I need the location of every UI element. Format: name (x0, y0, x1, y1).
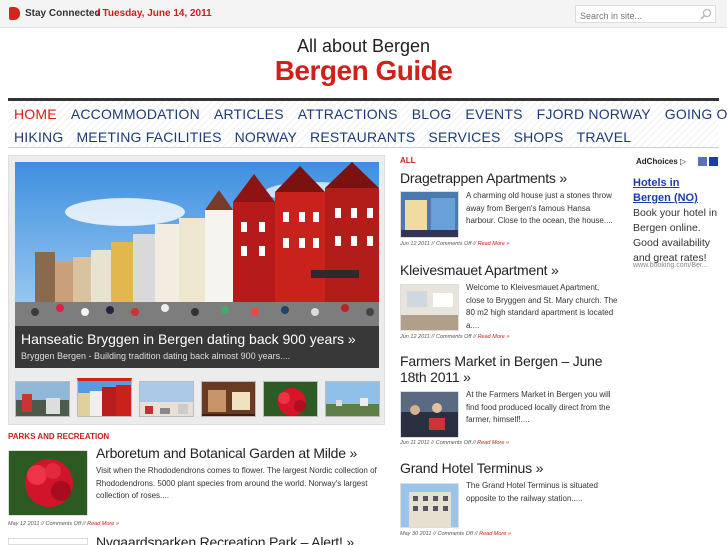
nav-item-norway[interactable]: NORWAY (235, 129, 297, 145)
post-meta: Jun 12 2011 // Comments Off // Read More… (400, 334, 510, 340)
ad-url[interactable]: www.booking.com/Ber... (633, 262, 708, 269)
featured-excerpt: Bryggen Bergen - Building tradition dati… (21, 351, 291, 361)
rss-icon[interactable] (9, 7, 20, 20)
post-title[interactable]: Dragetrappen Apartments » (400, 170, 567, 186)
slider-thumbnails (15, 377, 380, 417)
post-thumbnail[interactable] (8, 450, 88, 516)
current-date: / Tuesday, June 14, 2011 (97, 8, 212, 19)
post-date: Jun 11 2011 (400, 440, 430, 446)
post-comments[interactable]: Comments Off (436, 334, 471, 340)
post-comments[interactable]: Comments Off (438, 531, 473, 537)
post-date: May 12 2011 (8, 521, 40, 527)
adchoices-label[interactable]: AdChoices ▷ (636, 157, 686, 166)
post-date: Jun 12 2011 (400, 241, 430, 247)
post-meta: May 12 2011 // Comments Off // Read More… (8, 521, 119, 527)
post-title[interactable]: Kleivesmauet Apartment » (400, 262, 559, 278)
main-navigation: HOME ACCOMMODATION ARTICLES ATTRACTIONS … (8, 98, 727, 148)
slider-thumb-3[interactable] (139, 381, 194, 417)
nav-row-1: HOME ACCOMMODATION ARTICLES ATTRACTIONS … (14, 106, 727, 122)
nav-item-meeting-facilities[interactable]: MEETING FACILITIES (76, 129, 221, 145)
post-thumbnail[interactable] (400, 284, 459, 331)
post-thumbnail[interactable] (400, 391, 459, 438)
site-logo[interactable]: Bergen Guide (0, 55, 727, 87)
post-title[interactable]: Farmers Market in Bergen – June 18th 201… (400, 353, 625, 385)
stay-connected-label: Stay Connected (25, 8, 101, 19)
section-label-all[interactable]: ALL (400, 156, 416, 165)
ad-prev-icon[interactable] (698, 157, 707, 166)
read-more-link[interactable]: Read More » (478, 241, 510, 247)
post-meta: May 30 2011 // Comments Off // Read More… (400, 531, 511, 537)
search-box (575, 5, 716, 24)
post-comments[interactable]: Comments Off (436, 241, 471, 247)
post-excerpt: Welcome to Kleivesmauet Apartment, close… (466, 283, 618, 330)
nav-item-articles[interactable]: ARTICLES (214, 106, 284, 122)
post-meta: Jun 12 2011 // Comments Off // Read More… (400, 241, 510, 247)
post-excerpt: A charming old house just a stones throw… (466, 191, 613, 225)
post-meta: Jun 11 2011 // Comments Off // Read More… (400, 440, 509, 446)
post-date: May 30 2011 (400, 531, 432, 537)
post-date: Jun 12 2011 (400, 334, 430, 340)
nav-item-shops[interactable]: SHOPS (514, 129, 564, 145)
ad-next-icon[interactable] (709, 157, 718, 166)
post-title[interactable]: Arboretum and Botanical Garden at Milde … (96, 445, 357, 461)
adchoices-icon[interactable]: ▷ (680, 157, 686, 166)
post-excerpt: At the Farmers Market in Bergen you will… (466, 390, 611, 424)
slider-thumb-1[interactable] (15, 381, 70, 417)
post-comments[interactable]: Comments Off (46, 521, 81, 527)
post-title[interactable]: Nygaardsparken Recreation Park – Alert! … (96, 534, 354, 545)
nav-item-hiking[interactable]: HIKING (14, 129, 63, 145)
read-more-link[interactable]: Read More » (479, 531, 511, 537)
post-comments[interactable]: Comments Off (436, 440, 471, 446)
read-more-link[interactable]: Read More » (87, 521, 119, 527)
post-title[interactable]: Grand Hotel Terminus » (400, 460, 543, 476)
post-excerpt: The Grand Hotel Terminus is situated opp… (466, 481, 598, 503)
site-tagline: All about Bergen (296, 36, 431, 56)
slider-thumb-5[interactable] (263, 381, 318, 417)
nav-item-events[interactable]: EVENTS (465, 106, 522, 122)
post-thumbnail[interactable] (8, 538, 88, 545)
nav-item-accommodation[interactable]: ACCOMMODATION (71, 106, 200, 122)
search-icon[interactable] (700, 8, 712, 20)
nav-item-restaurants[interactable]: RESTAURANTS (310, 129, 415, 145)
slider-thumb-6[interactable] (325, 381, 380, 417)
nav-item-attractions[interactable]: ATTRACTIONS (298, 106, 398, 122)
slider-thumb-2[interactable] (77, 378, 132, 417)
nav-item-home[interactable]: HOME (14, 106, 57, 122)
nav-item-going-out[interactable]: GOING OUT (665, 106, 727, 122)
nav-item-blog[interactable]: BLOG (412, 106, 452, 122)
nav-item-fjord-norway[interactable]: FJORD NORWAY (537, 106, 651, 122)
search-input[interactable] (576, 8, 694, 24)
section-label-parks[interactable]: PARKS AND RECREATION (8, 432, 109, 441)
post-thumbnail[interactable] (400, 483, 459, 528)
post-thumbnail[interactable] (400, 191, 459, 238)
post-excerpt: Visit when the Rhododendrons comes to fl… (96, 466, 377, 500)
read-more-link[interactable]: Read More » (477, 440, 509, 446)
ad-body: Book your hotel in Bergen online. Good a… (633, 207, 718, 264)
nav-item-services[interactable]: SERVICES (428, 129, 500, 145)
top-bar: Stay Connected / Tuesday, June 14, 2011 (0, 0, 727, 28)
featured-slider: Hanseatic Bryggen in Bergen dating back … (8, 155, 385, 425)
nav-row-2: HIKING MEETING FACILITIES NORWAY RESTAUR… (14, 129, 631, 145)
featured-title[interactable]: Hanseatic Bryggen in Bergen dating back … (21, 331, 356, 347)
read-more-link[interactable]: Read More » (478, 334, 510, 340)
ad-title-link[interactable]: Hotels in Bergen (NO) (633, 176, 719, 206)
adchoices-text[interactable]: AdChoices (636, 157, 678, 166)
featured-caption: Hanseatic Bryggen in Bergen dating back … (15, 326, 379, 368)
slider-thumb-4[interactable] (201, 381, 256, 417)
nav-item-travel[interactable]: TRAVEL (577, 129, 632, 145)
